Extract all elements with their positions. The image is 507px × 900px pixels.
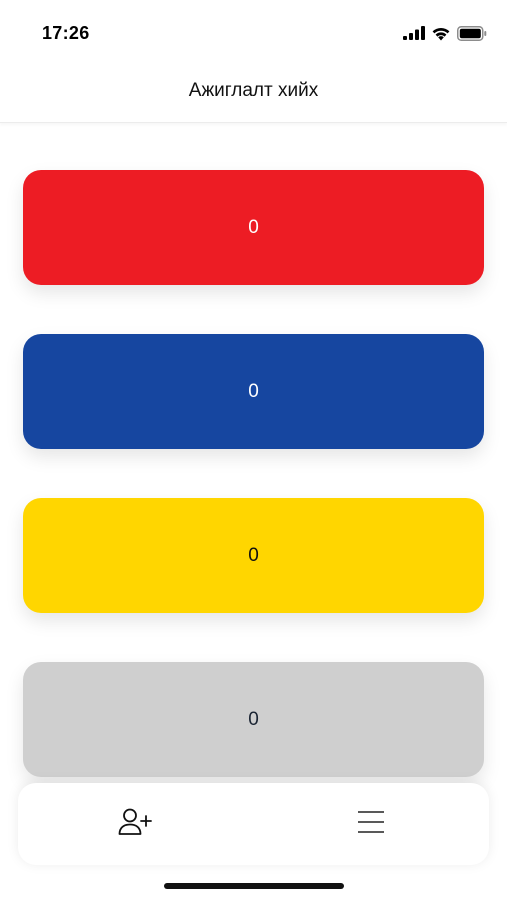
app-header: Ажиглалт хийх bbox=[0, 62, 507, 123]
add-user-button[interactable] bbox=[106, 794, 166, 854]
score-card-red[interactable]: 0 bbox=[23, 170, 484, 285]
page-title: Ажиглалт хийх bbox=[188, 80, 319, 101]
menu-icon bbox=[357, 810, 385, 839]
score-value-gray: 0 bbox=[248, 708, 259, 730]
score-card-gray[interactable]: 0 bbox=[23, 662, 484, 777]
score-value-blue: 0 bbox=[248, 380, 259, 402]
status-bar: 17:26 bbox=[0, 0, 507, 62]
wifi-icon bbox=[431, 26, 451, 41]
battery-icon bbox=[457, 25, 487, 41]
cellular-signal-icon bbox=[403, 26, 425, 40]
score-value-red: 0 bbox=[248, 216, 259, 238]
menu-button[interactable] bbox=[341, 794, 401, 854]
bottom-navigation bbox=[18, 783, 489, 865]
score-card-yellow[interactable]: 0 bbox=[23, 498, 484, 613]
status-time: 17:26 bbox=[42, 23, 90, 43]
home-indicator bbox=[164, 883, 344, 889]
add-user-icon bbox=[118, 807, 154, 842]
score-card-blue[interactable]: 0 bbox=[23, 334, 484, 449]
score-value-yellow: 0 bbox=[248, 544, 259, 566]
status-icons bbox=[403, 23, 487, 43]
app-screen: 17:26 Ажиглалт хийх 0 0 0 0 bbox=[0, 0, 507, 900]
